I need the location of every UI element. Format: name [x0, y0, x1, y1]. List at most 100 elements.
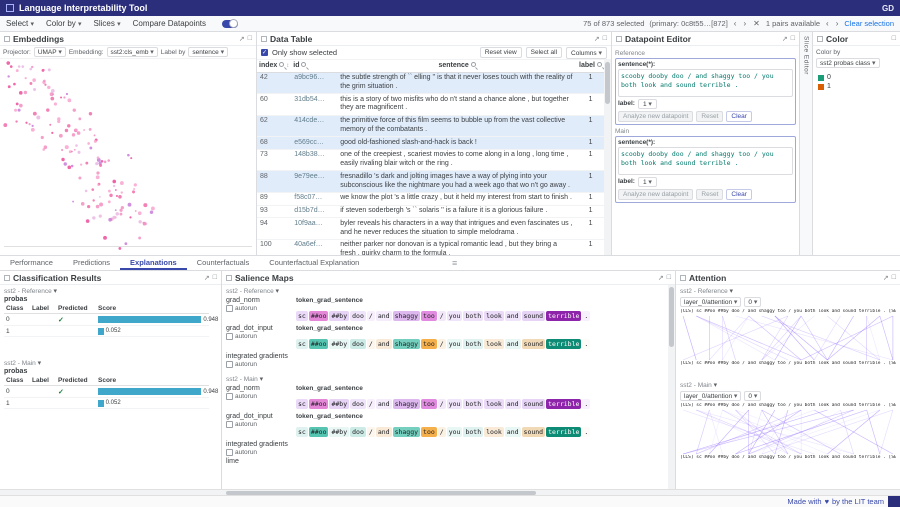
- label-by-select[interactable]: sentence ▾: [188, 47, 228, 57]
- cell-id[interactable]: 148b38…: [291, 149, 337, 171]
- embedding-point[interactable]: [50, 97, 54, 101]
- attention-visualization[interactable]: [CLS] sc ##oo ##by doo / and shaggy too …: [680, 403, 896, 461]
- embedding-point[interactable]: [99, 202, 103, 206]
- popout-icon[interactable]: ↗: [782, 35, 788, 43]
- embedding-point[interactable]: [29, 68, 32, 71]
- embedding-point[interactable]: [33, 88, 36, 91]
- head-select[interactable]: 0 ▾: [744, 297, 761, 307]
- select-all-button[interactable]: Select all: [526, 47, 562, 58]
- salience-vertical-scrollbar[interactable]: [668, 285, 675, 489]
- maximize-icon[interactable]: □: [892, 274, 896, 281]
- popout-icon[interactable]: ↗: [204, 274, 210, 282]
- embedding-point[interactable]: [50, 92, 54, 96]
- embedding-point[interactable]: [121, 191, 123, 193]
- data-table-vertical-scrollbar[interactable]: [604, 60, 611, 255]
- probas-row[interactable]: 1 0.052: [4, 398, 209, 409]
- table-row[interactable]: 10040a6ef…neither parker nor donovan is …: [257, 239, 604, 255]
- embedding-point[interactable]: [86, 219, 90, 223]
- embedding-point[interactable]: [87, 205, 90, 208]
- tab-explanations[interactable]: Explanations: [120, 256, 187, 270]
- pair-next-icon[interactable]: ›: [835, 19, 840, 28]
- cell-index[interactable]: 89: [257, 192, 291, 205]
- cell-id[interactable]: 414cde…: [291, 115, 337, 137]
- maximize-icon[interactable]: □: [667, 274, 671, 281]
- analyze-new-datapoint-button[interactable]: Analyze new datapoint: [618, 111, 693, 122]
- embedding-point[interactable]: [92, 216, 95, 219]
- embedding-point[interactable]: [67, 124, 70, 127]
- embedding-point[interactable]: [112, 180, 116, 184]
- embedding-point[interactable]: [25, 77, 27, 79]
- cell-id[interactable]: a9bc96…: [291, 72, 337, 94]
- cell-label[interactable]: 1: [577, 94, 604, 116]
- embedding-point[interactable]: [75, 144, 78, 147]
- embedding-point[interactable]: [104, 161, 107, 164]
- user-avatar[interactable]: GD: [882, 4, 894, 13]
- cell-sentence[interactable]: if steven soderbergh 's `` solaris '' is…: [337, 205, 577, 218]
- embedding-point[interactable]: [132, 190, 135, 193]
- embedding-point[interactable]: [49, 124, 51, 126]
- embedding-point[interactable]: [95, 162, 98, 165]
- embedding-point[interactable]: [65, 129, 68, 132]
- embedding-point[interactable]: [67, 98, 71, 102]
- probas-row[interactable]: 0 ✓ 0.948: [4, 314, 209, 326]
- search-icon[interactable]: [301, 62, 306, 67]
- cell-id[interactable]: 31db54…: [291, 94, 337, 116]
- embedding-point[interactable]: [120, 181, 124, 185]
- cell-label[interactable]: 1: [577, 205, 604, 218]
- embedding-point[interactable]: [133, 188, 135, 190]
- embedding-point[interactable]: [151, 207, 155, 211]
- cell-sentence[interactable]: we know the plot 's a little crazy , but…: [337, 192, 577, 205]
- head-select[interactable]: 0 ▾: [744, 391, 761, 401]
- embedding-point[interactable]: [14, 109, 17, 112]
- scrollbar-thumb[interactable]: [669, 287, 674, 347]
- compare-datapoints-toggle[interactable]: [222, 20, 238, 28]
- embedding-point[interactable]: [54, 102, 57, 105]
- embedding-point[interactable]: [67, 166, 71, 170]
- embedding-point[interactable]: [138, 237, 141, 240]
- cell-sentence[interactable]: neither parker nor donovan is a typical …: [337, 239, 577, 255]
- embedding-point[interactable]: [113, 185, 115, 187]
- maximize-icon[interactable]: □: [791, 35, 795, 42]
- column-header-label[interactable]: label: [577, 60, 604, 72]
- embedding-point[interactable]: [78, 176, 81, 179]
- embedding-point[interactable]: [116, 195, 118, 197]
- table-row[interactable]: 9410f9aa…byler reveals his characters in…: [257, 218, 604, 240]
- cell-id[interactable]: e569cc…: [291, 137, 337, 150]
- embedding-point[interactable]: [108, 218, 112, 222]
- tab-predictions[interactable]: Predictions: [63, 256, 120, 270]
- embedding-point[interactable]: [96, 175, 100, 179]
- cell-label[interactable]: 1: [577, 192, 604, 205]
- embedding-point[interactable]: [59, 134, 63, 138]
- embedding-point[interactable]: [6, 61, 10, 65]
- layout-drag-handle-icon[interactable]: ≡: [452, 258, 457, 268]
- embedding-point[interactable]: [94, 140, 97, 143]
- embedding-point[interactable]: [16, 102, 19, 105]
- embedding-point[interactable]: [108, 200, 111, 203]
- table-row[interactable]: 889e79ee…fresnadillo 's dark and jolting…: [257, 171, 604, 193]
- embedding-point[interactable]: [71, 165, 74, 168]
- only-show-selected-checkbox[interactable]: ✓: [261, 49, 268, 56]
- slice-editor-collapsed-tab[interactable]: Slice Editor: [800, 32, 813, 255]
- sentence-input[interactable]: scooby dooby doo / and shaggy too / you …: [618, 147, 793, 175]
- tab-performance[interactable]: Performance: [0, 256, 63, 270]
- embedding-point[interactable]: [116, 212, 119, 215]
- autorun-checkbox[interactable]: [226, 333, 233, 340]
- cell-sentence[interactable]: fresnadillo 's dark and jolting images h…: [337, 171, 577, 193]
- embedding-point[interactable]: [8, 85, 11, 88]
- embedding-point[interactable]: [128, 203, 132, 207]
- cell-id[interactable]: 9e79ee…: [291, 171, 337, 193]
- cell-id[interactable]: 10f9aa…: [291, 218, 337, 240]
- label-select[interactable]: 1 ▾: [638, 99, 657, 109]
- probas-row[interactable]: 0 ✓ 0.948: [4, 386, 209, 398]
- maximize-icon[interactable]: □: [603, 35, 607, 42]
- embedding-point[interactable]: [134, 183, 137, 186]
- embedding-point[interactable]: [74, 149, 76, 151]
- embedding-point[interactable]: [44, 145, 48, 149]
- embedding-point[interactable]: [63, 96, 65, 98]
- column-header-id[interactable]: id: [291, 60, 337, 72]
- table-row[interactable]: 73148b38…one of the creepiest , scariest…: [257, 149, 604, 171]
- embedding-point[interactable]: [97, 156, 100, 159]
- attention-visualization[interactable]: [CLS] sc ##oo ##by doo / and shaggy too …: [680, 309, 896, 367]
- embedding-point[interactable]: [73, 108, 76, 111]
- autorun-checkbox[interactable]: [226, 449, 233, 456]
